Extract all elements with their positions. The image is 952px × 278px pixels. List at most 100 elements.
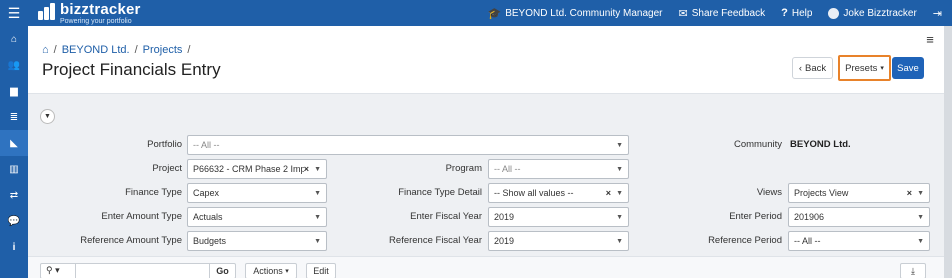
app-name: bizztracker xyxy=(60,1,141,18)
reference-amount-type-label: Reference Amount Type xyxy=(80,235,182,246)
enter-fiscal-year-label: Enter Fiscal Year xyxy=(410,211,482,222)
area-chart-icon: ◣ xyxy=(10,137,18,149)
project-label: Project xyxy=(152,163,182,174)
enter-period-select[interactable]: 201906 ▼ xyxy=(788,207,930,227)
reference-fiscal-year-select[interactable]: 2019 ▼ xyxy=(488,231,629,251)
edit-button[interactable]: Edit xyxy=(306,263,336,278)
sidebar-item-reports[interactable]: ▥ xyxy=(0,156,28,182)
envelope-icon: ✉ xyxy=(678,7,688,20)
info-icon: i xyxy=(12,241,16,253)
chevron-down-icon: ▼ xyxy=(917,213,924,221)
help-link[interactable]: ? Help xyxy=(781,7,812,19)
community-manager-link[interactable]: 🎓 BEYOND Ltd. Community Manager xyxy=(488,7,663,20)
sidebar-item-list[interactable]: ≣ xyxy=(0,104,28,130)
sign-out-icon: ⇥ xyxy=(932,7,942,20)
chevron-down-icon: ▼ xyxy=(917,189,924,197)
finance-type-detail-select[interactable]: -- Show all values -- × ▼ xyxy=(488,183,629,203)
bar-chart-icon: ▥ xyxy=(9,163,19,175)
avatar xyxy=(828,7,840,19)
collapse-filters-toggle[interactable]: ▼ xyxy=(40,109,55,124)
sidebar-item-users[interactable]: 👥 xyxy=(0,52,28,78)
page-header: ⌂ / BEYOND Ltd. / Projects / Project Fin… xyxy=(28,26,944,94)
chevron-down-icon: ▾ xyxy=(285,268,289,275)
help-label: Help xyxy=(791,7,813,19)
logout-button[interactable]: ⇥ xyxy=(933,7,942,20)
download-icon: ⤓ xyxy=(911,265,915,276)
sidebar-item-financials[interactable]: ◣ xyxy=(0,130,28,156)
program-label: Program xyxy=(445,163,482,174)
enter-fiscal-year-select[interactable]: 2019 ▼ xyxy=(488,207,629,227)
sidebar-item-transfers[interactable]: ⇄ xyxy=(0,182,28,208)
home-icon[interactable]: ⌂ xyxy=(42,44,49,56)
page-title: Project Financials Entry xyxy=(42,60,221,79)
program-select[interactable]: -- All -- ▼ xyxy=(488,159,629,179)
chevron-down-icon: ▼ xyxy=(616,141,623,149)
sidebar-item-home[interactable]: ⌂ xyxy=(0,26,28,52)
download-button[interactable]: ⤓ xyxy=(900,263,926,278)
finance-type-detail-label: Finance Type Detail xyxy=(398,187,482,198)
list-icon: ≣ xyxy=(9,111,19,123)
chevron-left-icon: ‹ xyxy=(798,62,803,74)
project-select[interactable]: P66632 - CRM Phase 2 Imple... × ▼ xyxy=(187,159,327,179)
question-icon: ? xyxy=(781,7,788,19)
reference-fiscal-year-label: Reference Fiscal Year xyxy=(389,235,482,246)
chevron-down-icon: ▼ xyxy=(917,237,924,245)
chevron-down-icon: ▾ xyxy=(880,65,884,72)
enter-amount-type-select[interactable]: Actuals ▼ xyxy=(187,207,327,227)
right-panel-strip xyxy=(944,26,952,278)
user-name: Joke Bizztracker xyxy=(843,7,917,19)
clear-icon[interactable]: × xyxy=(304,164,309,174)
exchange-icon: ⇄ xyxy=(9,189,19,201)
home-icon: ⌂ xyxy=(10,33,18,45)
views-label: Views xyxy=(756,187,782,198)
go-button[interactable]: Go xyxy=(209,264,235,278)
sidebar-item-info[interactable]: i xyxy=(0,234,28,260)
clear-icon[interactable]: × xyxy=(907,188,912,198)
actions-button[interactable]: Actions ▾ xyxy=(245,263,297,278)
reference-amount-type-select[interactable]: Budgets ▼ xyxy=(187,231,327,251)
enter-amount-type-label: Enter Amount Type xyxy=(101,211,182,222)
chevron-down-icon: ▼ xyxy=(314,165,321,173)
sidebar: ⌂ 👥 ▆ ≣ ◣ ▥ ⇄ 💬 i xyxy=(0,26,28,278)
user-menu[interactable]: Joke Bizztracker xyxy=(828,7,917,19)
briefcase-icon: ▆ xyxy=(10,85,18,97)
save-button[interactable]: Save xyxy=(892,57,924,79)
back-button[interactable]: ‹ Back xyxy=(792,57,833,79)
clear-icon[interactable]: × xyxy=(606,188,611,198)
chevron-down-icon: ▼ xyxy=(314,189,321,197)
breadcrumb-item-community[interactable]: BEYOND Ltd. xyxy=(62,44,130,56)
users-icon: 👥 xyxy=(7,59,21,71)
sidebar-item-comments[interactable]: 💬 xyxy=(0,208,28,234)
breadcrumb: ⌂ / BEYOND Ltd. / Projects / xyxy=(42,44,191,56)
top-bar: ☰ bizztracker Powering your portfolio 🎓 … xyxy=(0,0,952,26)
logo-icon xyxy=(36,2,56,22)
hamburger-menu-icon[interactable]: ≡ xyxy=(918,30,942,48)
finance-type-select[interactable]: Capex ▼ xyxy=(187,183,327,203)
finance-type-label: Finance Type xyxy=(125,187,182,198)
comments-icon: 💬 xyxy=(7,215,21,227)
chevron-down-icon: ▼ xyxy=(314,237,321,245)
portfolio-label: Portfolio xyxy=(147,139,182,150)
caret-down-icon: ▼ xyxy=(44,113,51,120)
portfolio-select[interactable]: -- All -- ▼ xyxy=(187,135,629,155)
share-feedback-label: Share Feedback xyxy=(691,7,766,19)
breadcrumb-item-projects[interactable]: Projects xyxy=(143,44,183,56)
chevron-down-icon: ▼ xyxy=(616,237,623,245)
views-select[interactable]: Projects View × ▼ xyxy=(788,183,930,203)
chevron-down-icon: ▼ xyxy=(616,189,623,197)
app-logo[interactable]: bizztracker Powering your portfolio xyxy=(36,2,141,25)
search-icon[interactable]: ⚲ ▾ xyxy=(46,265,60,276)
share-feedback-link[interactable]: ✉ Share Feedback xyxy=(679,7,766,20)
sidebar-item-portfolio[interactable]: ▆ xyxy=(0,78,28,104)
top-nav: 🎓 BEYOND Ltd. Community Manager ✉ Share … xyxy=(488,0,942,26)
community-manager-label: BEYOND Ltd. Community Manager xyxy=(505,7,663,19)
reference-period-select[interactable]: -- All -- ▼ xyxy=(788,231,930,251)
search-bar[interactable]: ⚲ ▾ Go xyxy=(40,263,236,278)
community-value: BEYOND Ltd. xyxy=(790,139,851,150)
presets-button[interactable]: Presets ▾ xyxy=(838,55,891,81)
enter-period-label: Enter Period xyxy=(729,211,782,222)
graduation-cap-icon: 🎓 xyxy=(487,7,502,20)
menu-toggle-icon[interactable]: ☰ xyxy=(0,0,28,26)
app-tagline: Powering your portfolio xyxy=(60,18,132,25)
community-label: Community xyxy=(733,139,782,150)
